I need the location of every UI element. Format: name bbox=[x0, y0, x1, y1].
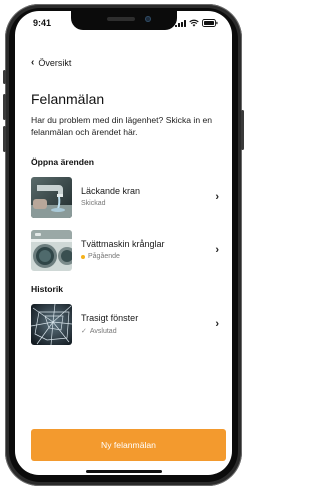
chevron-right-icon: › bbox=[215, 244, 219, 256]
case-title: Trasigt fönster bbox=[81, 313, 139, 323]
status-time: 9:41 bbox=[33, 18, 52, 28]
wifi-icon bbox=[189, 19, 199, 27]
faucet-photo bbox=[31, 177, 72, 218]
check-icon: ✓ bbox=[81, 328, 87, 335]
battery-icon bbox=[202, 19, 218, 27]
signal-icon bbox=[175, 20, 186, 27]
page-description: Har du problem med din lägenhet? Skicka … bbox=[31, 115, 213, 137]
case-title: Tvättmaskin krånglar bbox=[81, 239, 165, 249]
case-title: Läckande kran bbox=[81, 186, 141, 196]
chevron-right-icon: › bbox=[215, 318, 219, 330]
washing-machine-photo bbox=[31, 230, 72, 271]
volume-down-button bbox=[3, 126, 6, 152]
broken-window-photo bbox=[31, 304, 72, 345]
home-indicator[interactable] bbox=[85, 470, 162, 473]
list-item[interactable]: Tvättmaskin krånglar Pågående › bbox=[29, 230, 221, 274]
new-report-button[interactable]: Ny felanmälan bbox=[31, 429, 226, 461]
list-item[interactable]: Läckande kran Skickad › bbox=[29, 177, 221, 221]
notch bbox=[70, 11, 177, 30]
case-status: Skickad bbox=[81, 200, 106, 207]
app-screen: 9:41 ‹ Översikt Felanmälan Har du proble… bbox=[15, 11, 232, 475]
history-heading: Historik bbox=[31, 284, 63, 294]
power-button bbox=[241, 110, 244, 150]
case-status: ✓ Avslutad bbox=[81, 327, 117, 336]
front-camera bbox=[144, 16, 151, 22]
mute-switch bbox=[3, 70, 6, 84]
case-status: Pågående bbox=[81, 253, 120, 260]
status-icons bbox=[175, 19, 218, 27]
list-item[interactable]: Trasigt fönster ✓ Avslutad › bbox=[29, 304, 221, 348]
case-status-label: Pågående bbox=[88, 253, 120, 260]
chevron-right-icon: › bbox=[215, 191, 219, 203]
page-title: Felanmälan bbox=[31, 91, 105, 107]
volume-up-button bbox=[3, 94, 6, 120]
open-cases-heading: Öppna ärenden bbox=[31, 157, 95, 167]
back-label: Översikt bbox=[38, 58, 72, 68]
case-status-label: Skickad bbox=[81, 200, 106, 207]
back-button[interactable]: ‹ Översikt bbox=[31, 57, 72, 69]
speaker-grille bbox=[106, 17, 135, 21]
chevron-left-icon: ‹ bbox=[31, 57, 35, 68]
status-dot-icon bbox=[81, 254, 85, 259]
case-status-label: Avslutad bbox=[89, 327, 117, 335]
